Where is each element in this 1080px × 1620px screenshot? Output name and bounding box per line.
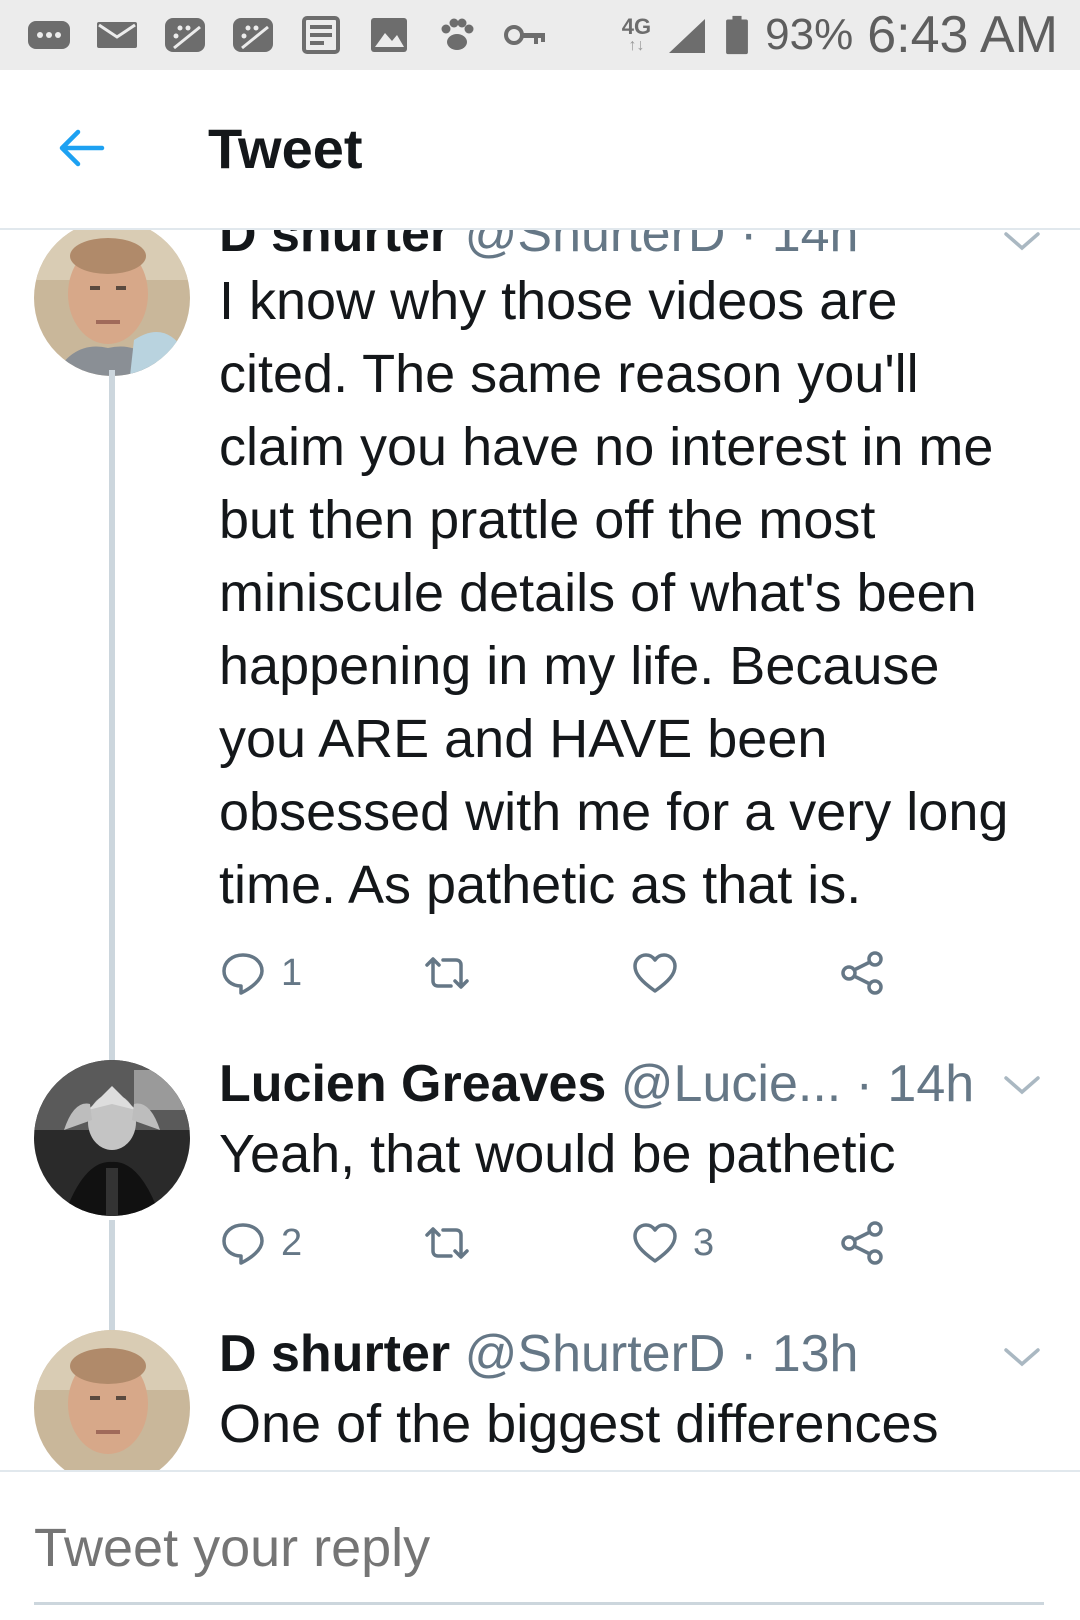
handle[interactable]: @ShurterD xyxy=(465,230,726,263)
share-button[interactable] xyxy=(839,1215,887,1271)
avatar[interactable] xyxy=(34,1060,190,1216)
display-name[interactable]: D shurter xyxy=(219,230,450,263)
heart-icon xyxy=(633,953,677,993)
chevron-down-icon[interactable] xyxy=(1000,230,1044,256)
thread-connector xyxy=(109,370,115,1060)
tweet-actions: 1 xyxy=(219,945,959,1005)
heart-icon xyxy=(633,1223,677,1263)
blackberry-icon xyxy=(162,15,208,55)
handle[interactable]: @ShurterD xyxy=(465,1325,726,1383)
reply-input[interactable] xyxy=(34,1512,1044,1584)
status-bar: 4G ↑↓ 93% 6:43 AM xyxy=(0,0,1080,70)
page-title: Tweet xyxy=(208,117,363,180)
tweet-text: I know why those videos are cited. The s… xyxy=(219,271,1009,915)
like-count: 3 xyxy=(693,1221,715,1264)
news-icon xyxy=(298,15,344,55)
handle[interactable]: @Lucie... xyxy=(621,1055,841,1113)
battery-icon xyxy=(723,15,751,55)
tweet-text: One of the biggest differences xyxy=(219,1394,939,1454)
app-header: Tweet xyxy=(0,70,1080,230)
back-button[interactable] xyxy=(46,118,116,178)
share-icon xyxy=(841,951,883,995)
clock: 6:43 AM xyxy=(867,6,1058,64)
image-icon xyxy=(366,15,412,55)
retweet-button[interactable] xyxy=(419,945,489,1001)
4g-lte-icon: 4G ↑↓ xyxy=(621,14,652,54)
reply-button[interactable]: 2 xyxy=(219,1215,302,1271)
like-button[interactable] xyxy=(631,945,693,1001)
reply-button[interactable]: 1 xyxy=(219,945,302,1001)
timestamp: · 14h xyxy=(855,1055,975,1113)
share-button[interactable] xyxy=(839,945,887,1001)
display-name[interactable]: Lucien Greaves xyxy=(219,1055,606,1113)
reply-composer xyxy=(0,1470,1080,1620)
retweet-icon xyxy=(425,957,469,989)
retweet-icon xyxy=(425,1227,469,1259)
avatar[interactable] xyxy=(34,1330,190,1470)
reply-input-underline xyxy=(34,1602,1044,1605)
tweet-actions: 2 3 xyxy=(219,1215,959,1275)
battery-percent: 93% xyxy=(765,10,854,59)
share-icon xyxy=(841,1221,883,1265)
tweet-text: Yeah, that would be pathetic xyxy=(219,1124,896,1184)
notification-icons xyxy=(26,15,548,55)
signal-icon xyxy=(665,15,709,55)
reply-icon xyxy=(222,1223,264,1265)
reply-icon xyxy=(222,953,264,995)
conversation-thread[interactable]: D shurter @ShurterD · 14h I know why tho… xyxy=(0,230,1080,1470)
timestamp: · 14h xyxy=(739,230,859,263)
status-right: 4G ↑↓ 93% 6:43 AM xyxy=(622,5,1058,65)
tweet-header: D shurter @ShurterD · 14h xyxy=(219,230,858,264)
thread-connector xyxy=(109,1220,115,1330)
like-button[interactable]: 3 xyxy=(631,1215,714,1271)
avatar[interactable] xyxy=(34,230,190,376)
chevron-down-icon[interactable] xyxy=(1000,1070,1044,1100)
network-label: 4G xyxy=(621,14,652,39)
more-dots-icon xyxy=(26,15,72,55)
paw-icon xyxy=(434,15,480,55)
timestamp: · 13h xyxy=(739,1325,859,1383)
mail-icon xyxy=(94,15,140,55)
tweet-header: Lucien Greaves @Lucie... · 14h xyxy=(219,1054,974,1114)
retweet-button[interactable] xyxy=(419,1215,489,1271)
display-name[interactable]: D shurter xyxy=(219,1325,450,1383)
arrow-left-icon xyxy=(59,129,105,167)
blackberry-icon xyxy=(230,15,276,55)
tweet-header: D shurter @ShurterD · 13h xyxy=(219,1324,858,1384)
reply-count: 2 xyxy=(281,1221,303,1264)
key-icon xyxy=(502,15,548,55)
reply-count: 1 xyxy=(281,951,303,994)
tweet-detail-screen: 4G ↑↓ 93% 6:43 AM Tweet D shurter @Shurt… xyxy=(0,0,1080,1620)
chevron-down-icon[interactable] xyxy=(1000,1342,1044,1372)
